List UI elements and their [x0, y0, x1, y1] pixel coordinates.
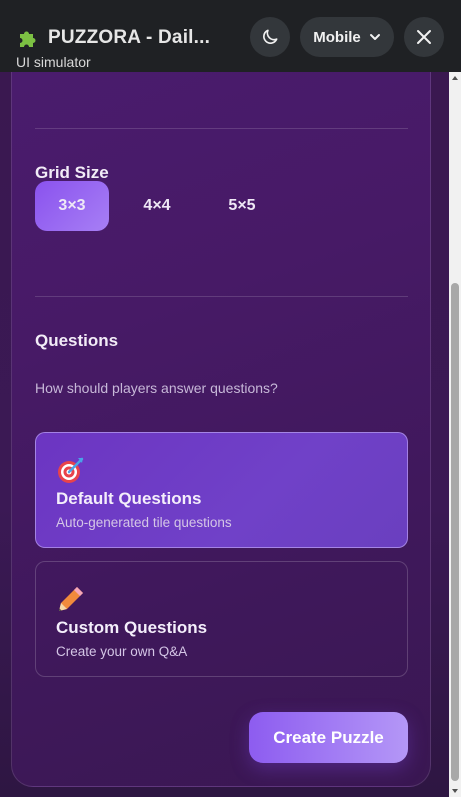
chevron-down-icon: [369, 34, 380, 40]
option-title: Custom Questions: [56, 618, 208, 637]
grid-option-4x4[interactable]: 4×4: [120, 181, 194, 231]
close-icon: [417, 30, 431, 44]
scroll-down-arrow-icon[interactable]: [451, 787, 459, 795]
scrollbar-thumb[interactable]: [451, 283, 459, 781]
option-description: Create your own Q&A: [56, 644, 188, 659]
grid-size-heading: Grid Size: [35, 163, 109, 182]
close-button[interactable]: [404, 17, 444, 57]
default-questions-option[interactable]: Default Questions Auto-generated tile qu…: [35, 432, 408, 548]
divider: [35, 296, 408, 297]
device-mode-select[interactable]: Mobile: [300, 17, 394, 57]
questions-hint: How should players answer questions?: [35, 380, 278, 396]
create-puzzle-card: Grid Size 3×3 4×4 5×5 Questions How shou…: [11, 72, 431, 787]
scroll-up-arrow-icon[interactable]: [451, 74, 459, 82]
grid-option-5x5[interactable]: 5×5: [205, 181, 279, 231]
device-mode-label: Mobile: [313, 28, 361, 46]
divider: [35, 128, 408, 129]
custom-questions-option[interactable]: Custom Questions Create your own Q&A: [35, 561, 408, 677]
questions-heading: Questions: [35, 331, 119, 350]
app-title: PUZZORA - Dail...: [48, 27, 211, 48]
target-icon: [58, 457, 84, 483]
option-title: Default Questions: [56, 489, 202, 508]
title-bar: PUZZORA - Dail... UI simulator Mobile: [0, 0, 461, 72]
theme-toggle-button[interactable]: [250, 17, 290, 57]
app-subtitle: UI simulator: [16, 54, 91, 70]
scrollbar[interactable]: [449, 72, 461, 797]
puzzle-piece-icon: [20, 31, 36, 47]
pencil-icon: [59, 587, 83, 611]
moon-icon: [263, 29, 278, 44]
app-viewport: Grid Size 3×3 4×4 5×5 Questions How shou…: [0, 72, 449, 797]
grid-option-3x3[interactable]: 3×3: [35, 181, 109, 231]
option-description: Auto-generated tile questions: [56, 515, 232, 530]
create-puzzle-button[interactable]: Create Puzzle: [249, 712, 408, 763]
